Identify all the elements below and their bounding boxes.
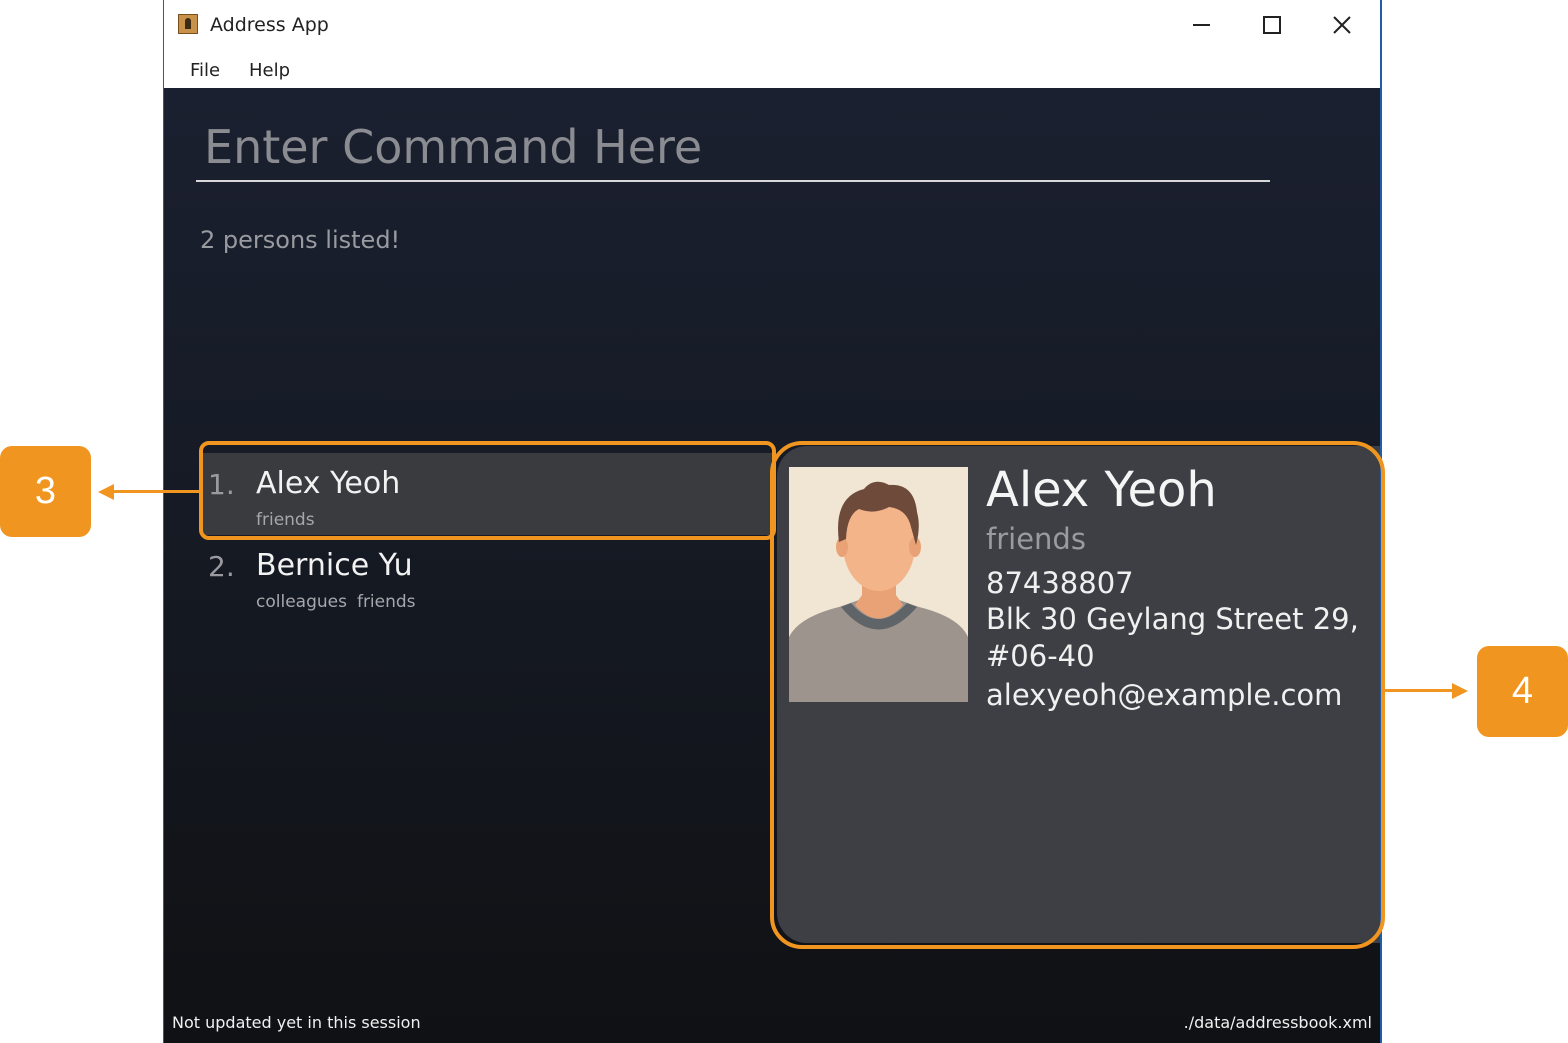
annotation-arrow-3 [112,490,202,493]
maximize-button[interactable] [1250,6,1294,44]
command-input[interactable] [196,114,1270,182]
arrow-left-icon [98,484,114,500]
close-button[interactable] [1320,6,1364,44]
person-name: Bernice Yu [256,548,413,583]
person-tags: colleagues friends [256,592,416,612]
title-bar: Address App [164,0,1380,50]
save-location: ./data/addressbook.xml [1183,1013,1372,1032]
annotation-label-4: 4 [1477,646,1568,737]
menu-bar: File Help [164,50,1380,88]
menu-help[interactable]: Help [249,60,290,81]
person-index: 2. [208,550,235,583]
tag-label: colleagues [256,592,347,612]
window-title: Address App [210,14,329,36]
address-book-icon [178,14,198,34]
annotation-label-3: 3 [0,446,91,537]
person-card-bernice-yu[interactable]: 2. Bernice Yu colleagues friends [200,535,772,617]
minimize-icon [1192,24,1210,26]
minimize-button[interactable] [1179,6,1223,44]
result-display: 2 persons listed! [200,226,401,254]
maximize-icon [1263,16,1281,34]
menu-file[interactable]: File [190,60,220,81]
close-icon [1333,16,1351,34]
sync-status: Not updated yet in this session [172,1013,421,1032]
arrow-right-icon [1452,683,1468,699]
tag-label: friends [356,592,416,612]
annotation-box-4 [770,441,1385,949]
annotation-box-3 [199,441,776,540]
